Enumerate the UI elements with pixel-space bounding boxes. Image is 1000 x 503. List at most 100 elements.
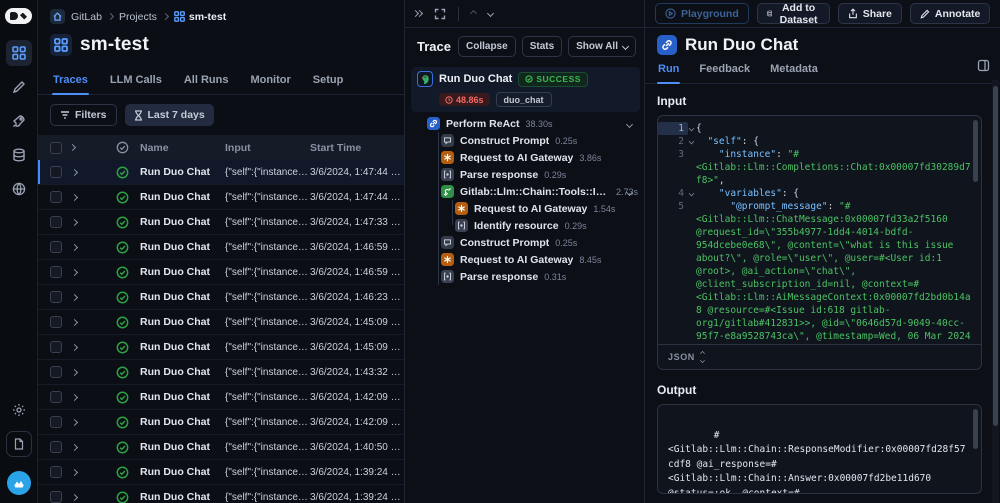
trace-node[interactable]: Construct Prompt 0.25s [411, 132, 640, 149]
chevron-down-icon[interactable] [627, 186, 632, 198]
tab-feedback[interactable]: Feedback [698, 57, 751, 83]
filters-button[interactable]: Filters [50, 104, 117, 126]
row-expand-icon[interactable] [70, 291, 116, 303]
row-expand-icon[interactable] [70, 316, 116, 328]
row-checkbox[interactable] [50, 441, 62, 453]
trace-node[interactable]: Request to AI Gateway 8.45s [411, 251, 640, 268]
sidebar-item-deployments[interactable] [6, 108, 32, 134]
row-checkbox[interactable] [50, 491, 62, 503]
settings-gear-icon[interactable] [6, 397, 32, 423]
table-row[interactable]: Run Duo Chat {"self":{"instance":"#... 3… [38, 485, 404, 503]
home-icon[interactable] [50, 9, 65, 24]
collapse-button[interactable]: Collapse [458, 36, 516, 57]
side-panel-toggle-icon[interactable] [977, 59, 990, 72]
row-checkbox[interactable] [50, 366, 62, 378]
annotate-button[interactable]: Annotate [910, 3, 991, 24]
trace-node[interactable]: Request to AI Gateway 1.54s [411, 200, 640, 217]
row-expand-icon[interactable] [70, 266, 116, 278]
table-row[interactable]: Run Duo Chat {"self":{"instance":"#... 3… [38, 160, 404, 185]
trace-node[interactable]: Construct Prompt 0.25s [411, 234, 640, 251]
output-scrollbar[interactable] [973, 409, 978, 449]
user-avatar[interactable] [7, 471, 31, 495]
row-expand-icon[interactable] [70, 491, 116, 503]
docs-icon[interactable] [6, 431, 32, 457]
show-all-dropdown[interactable]: Show All [568, 36, 636, 57]
playground-button[interactable]: Playground [655, 3, 749, 24]
chevron-down-icon[interactable] [627, 118, 632, 130]
sidebar-item-datasets[interactable] [6, 142, 32, 168]
next-run-icon[interactable] [487, 10, 494, 17]
trace-root-node[interactable]: Run Duo Chat SUCCESS 48.86s duo_chat [411, 67, 640, 112]
table-row[interactable]: Run Duo Chat {"self":{"instance":"#... 3… [38, 410, 404, 435]
sidebar-item-annotations[interactable] [6, 74, 32, 100]
row-checkbox[interactable] [50, 191, 62, 203]
trace-node[interactable]: Request to AI Gateway 3.86s [411, 149, 640, 166]
breadcrumb-org[interactable]: GitLab [71, 11, 102, 23]
table-row[interactable]: Run Duo Chat {"self":{"instance":"#... 3… [38, 185, 404, 210]
tab-monitor[interactable]: Monitor [249, 68, 291, 94]
trace-node[interactable]: Gitlab::Llm::Chain::Tools::IssueReader::… [411, 183, 640, 200]
tab-llm-calls[interactable]: LLM Calls [109, 68, 163, 94]
fullscreen-icon[interactable] [434, 8, 446, 20]
trace-node[interactable]: Parse response 0.29s [411, 166, 640, 183]
tab-metadata[interactable]: Metadata [769, 57, 819, 83]
table-row[interactable]: Run Duo Chat {"self":{"instance":"#... 3… [38, 435, 404, 460]
row-expand-icon[interactable] [70, 191, 116, 203]
column-name[interactable]: Name [140, 142, 225, 154]
table-row[interactable]: Run Duo Chat {"self":{"instance":"#... 3… [38, 285, 404, 310]
row-expand-icon[interactable] [70, 391, 116, 403]
line-number[interactable]: 1 [658, 122, 688, 135]
row-expand-icon[interactable] [70, 166, 116, 178]
prev-run-icon[interactable] [470, 10, 477, 17]
row-checkbox[interactable] [50, 466, 62, 478]
row-checkbox[interactable] [50, 166, 62, 178]
table-row[interactable]: Run Duo Chat {"self":{"instance":"#... 3… [38, 235, 404, 260]
table-row[interactable]: Run Duo Chat {"self":{"instance":"#... 3… [38, 460, 404, 485]
row-expand-icon[interactable] [70, 441, 116, 453]
stats-button[interactable]: Stats [522, 36, 562, 57]
breadcrumb-project[interactable]: sm-test [174, 11, 226, 23]
table-row[interactable]: Run Duo Chat {"self":{"instance":"#... 3… [38, 385, 404, 410]
column-input[interactable]: Input [225, 142, 310, 154]
row-checkbox[interactable] [50, 391, 62, 403]
row-expand-icon[interactable] [70, 216, 116, 228]
trace-node[interactable]: Identify resource 0.29s [411, 217, 640, 234]
table-row[interactable]: Run Duo Chat {"self":{"instance":"#... 3… [38, 335, 404, 360]
code-scrollbar[interactable] [973, 120, 978, 182]
table-row[interactable]: Run Duo Chat {"self":{"instance":"#... 3… [38, 260, 404, 285]
trace-node[interactable]: Parse response 0.31s [411, 268, 640, 285]
row-checkbox[interactable] [50, 266, 62, 278]
row-checkbox[interactable] [50, 291, 62, 303]
sidebar-item-hub[interactable] [6, 176, 32, 202]
panel-scrollbar[interactable] [992, 80, 999, 503]
row-checkbox[interactable] [50, 216, 62, 228]
format-selector[interactable]: JSON [668, 352, 695, 362]
langsmith-logo[interactable] [5, 8, 32, 24]
line-number[interactable]: 2 [658, 135, 688, 148]
row-checkbox[interactable] [50, 341, 62, 353]
table-row[interactable]: Run Duo Chat {"self":{"instance":"#... 3… [38, 310, 404, 335]
row-expand-icon[interactable] [70, 341, 116, 353]
format-selector-arrows-icon[interactable] [700, 351, 705, 363]
row-checkbox[interactable] [50, 316, 62, 328]
row-expand-icon[interactable] [70, 366, 116, 378]
line-number[interactable]: 4 [658, 187, 688, 200]
date-range-button[interactable]: Last 7 days [125, 104, 214, 126]
table-row[interactable]: Run Duo Chat {"self":{"instance":"#... 3… [38, 360, 404, 385]
row-expand-icon[interactable] [70, 241, 116, 253]
tab-setup[interactable]: Setup [312, 68, 345, 94]
table-row[interactable]: Run Duo Chat {"self":{"instance":"#... 3… [38, 210, 404, 235]
tag-chip[interactable]: duo_chat [496, 92, 552, 107]
column-start-time[interactable]: Start Time [310, 142, 404, 154]
select-all-checkbox[interactable] [50, 142, 62, 154]
row-checkbox[interactable] [50, 416, 62, 428]
row-expand-icon[interactable] [70, 466, 116, 478]
row-expand-icon[interactable] [70, 416, 116, 428]
tab-all-runs[interactable]: All Runs [183, 68, 230, 94]
share-button[interactable]: Share [838, 3, 902, 24]
trace-node[interactable]: Perform ReAct 38.30s [411, 115, 640, 132]
tab-traces[interactable]: Traces [52, 68, 89, 94]
breadcrumb-section[interactable]: Projects [119, 11, 157, 23]
row-checkbox[interactable] [50, 241, 62, 253]
collapse-panel-icon[interactable] [413, 11, 422, 16]
